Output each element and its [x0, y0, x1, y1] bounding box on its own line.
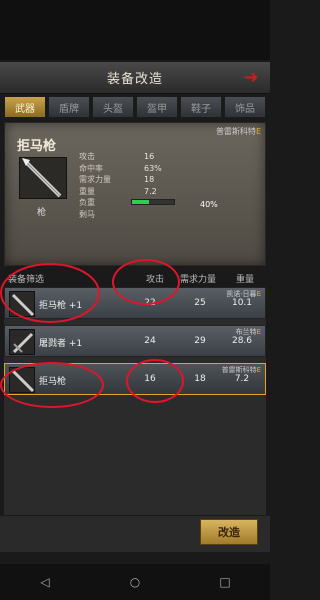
item-quality: 凯诺·日暮E: [226, 290, 261, 298]
tab-helmet[interactable]: 头盔: [92, 96, 134, 118]
item-detail-panel: 普雷斯科特E 拒马枪 枪 攻击 16 命中率 63% 需求力量 18 重量 7.2 负重…: [4, 122, 266, 266]
system-nav-bar: ◁ ○ □: [0, 564, 270, 600]
item-weight: 10.1: [231, 298, 253, 308]
sword-icon: [9, 329, 35, 355]
item-quality: 普雷斯科特E: [221, 366, 261, 374]
col-weight: 重量: [236, 275, 255, 285]
status-bar: [0, 0, 270, 60]
item-weight: 7.2: [234, 374, 250, 384]
annotation-circle: [112, 259, 180, 305]
stat-hit-rate: 命中率 63%: [79, 163, 162, 173]
load-bar: 40%: [131, 199, 218, 209]
list-item[interactable]: 屠戮者 +1 24 29 28.6 布兰特E: [4, 325, 266, 357]
stat-strength-req: 需求力量 18: [79, 175, 155, 185]
item-name: 屠戮者 +1: [39, 339, 83, 349]
load-bar-fill: [132, 200, 149, 204]
category-tabs: 武器 盾牌 头盔 盔甲 鞋子 饰品: [4, 96, 266, 118]
stat-load: 负重 40%: [79, 198, 218, 209]
tab-shoes[interactable]: 鞋子: [180, 96, 222, 118]
annotation-circle: [0, 263, 100, 323]
annotation-circle: [126, 359, 184, 403]
nav-recent-icon[interactable]: □: [210, 575, 240, 589]
col-strength: 需求力量: [180, 275, 217, 285]
stat-weight: 重量 7.2: [79, 186, 157, 196]
upgrade-button[interactable]: 改造: [200, 519, 258, 545]
item-strength: 25: [194, 298, 206, 308]
tab-weapon[interactable]: 武器: [4, 96, 46, 118]
nav-back-icon[interactable]: ◁: [30, 575, 60, 589]
tab-accessory[interactable]: 饰品: [224, 96, 266, 118]
stat-attack: 攻击 16: [79, 152, 155, 162]
page-title: 装备改造: [106, 72, 163, 87]
nav-home-icon[interactable]: ○: [120, 575, 150, 589]
spear-icon: [19, 157, 67, 199]
tab-shield[interactable]: 盾牌: [48, 96, 90, 118]
item-strength: 18: [194, 374, 206, 384]
detail-item-type: 枪: [37, 208, 47, 218]
load-value: 40%: [200, 200, 218, 209]
item-quality: 布兰特E: [235, 328, 261, 336]
back-arrow-icon[interactable]: ➜: [240, 68, 262, 88]
annotation-circle: [0, 362, 104, 408]
item-weight: 28.6: [231, 336, 253, 346]
title-bar: 装备改造 ➜: [0, 62, 270, 94]
item-strength: 29: [194, 336, 206, 346]
detail-stats: 攻击 16 命中率 63% 需求力量 18 重量 7.2 负重 40% 剩马: [79, 151, 218, 220]
detail-item-name: 拒马枪: [17, 139, 57, 154]
item-attack: 24: [144, 336, 156, 346]
detail-quality: 普雷斯科特E: [215, 127, 261, 136]
tab-armor[interactable]: 盔甲: [136, 96, 178, 118]
stat-extra: 剩马: [79, 209, 95, 219]
